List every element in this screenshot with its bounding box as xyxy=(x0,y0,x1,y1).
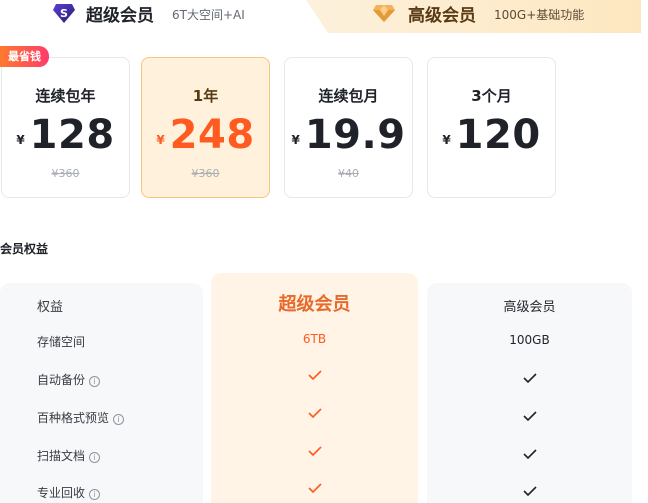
plan-price: ¥120 xyxy=(428,112,555,158)
benefit-row-label: 专业回收 i xyxy=(37,484,101,501)
original-price: ¥360 xyxy=(51,167,80,180)
best-value-badge: 最省钱 xyxy=(0,46,49,67)
price-amount: 120 xyxy=(455,112,541,158)
tab-edge xyxy=(641,0,648,33)
benefit-high-check xyxy=(427,485,632,499)
benefit-row-label: 扫描文档 i xyxy=(37,447,101,464)
benefit-high-check xyxy=(427,448,632,462)
benefit-super-check xyxy=(211,407,418,421)
benefit-high-value: 100GB xyxy=(509,333,550,347)
benefit-header-super: 超级会员 xyxy=(278,294,351,315)
tab-super-member[interactable]: S 超级会员 6T大空间+AI xyxy=(0,0,330,33)
benefit-high-column xyxy=(427,283,632,503)
member-tabs: S 超级会员 6T大空间+AI 高级会员 100G+基础功能 xyxy=(0,0,648,33)
info-icon[interactable]: i xyxy=(89,489,101,500)
plan-name: 1年 xyxy=(192,87,219,105)
currency-symbol: ¥ xyxy=(16,133,25,147)
benefit-super-check xyxy=(211,445,418,459)
check-icon xyxy=(522,486,537,496)
plan-price: ¥19.9 xyxy=(285,112,412,158)
benefit-row-label: 自动备份 i xyxy=(37,371,101,388)
currency-symbol: ¥ xyxy=(291,133,300,147)
benefit-row-label: 存储空间 xyxy=(37,333,85,350)
currency-symbol: ¥ xyxy=(442,133,451,147)
benefit-name: 百种格式预览 xyxy=(37,411,110,425)
check-icon xyxy=(522,449,537,459)
benefit-name: 扫描文档 xyxy=(37,449,86,463)
plan-price: ¥248 xyxy=(142,112,269,158)
plan-card-continuous-yearly[interactable]: 连续包年 ¥128 ¥360 xyxy=(1,57,130,198)
price-amount: 128 xyxy=(29,112,115,158)
info-icon[interactable]: i xyxy=(89,452,101,463)
info-icon[interactable]: i xyxy=(89,376,101,387)
check-icon xyxy=(307,370,322,380)
check-icon xyxy=(522,373,537,383)
check-icon xyxy=(307,446,322,456)
original-price: ¥360 xyxy=(191,167,220,180)
benefit-high-check xyxy=(427,410,632,424)
benefit-name: 自动备份 xyxy=(37,373,86,387)
diamond-icon xyxy=(372,2,396,24)
benefit-name: 存储空间 xyxy=(37,335,86,349)
plan-card-one-year[interactable]: 1年 ¥248 ¥360 xyxy=(141,57,270,198)
plan-name: 连续包月 xyxy=(318,87,379,105)
plan-card-continuous-monthly[interactable]: 连续包月 ¥19.9 ¥40 xyxy=(284,57,413,198)
benefit-super-check xyxy=(211,482,418,496)
plan-price: ¥128 xyxy=(2,112,129,158)
super-member-s-icon: S xyxy=(52,2,76,24)
benefit-name: 专业回收 xyxy=(37,486,86,500)
tab-super-title: 超级会员 xyxy=(86,6,154,26)
benefit-super-value: 6TB xyxy=(302,332,327,346)
price-amount: 19.9 xyxy=(304,112,406,158)
benefits-section-title: 会员权益 xyxy=(0,242,49,256)
benefit-high-check xyxy=(427,372,632,386)
plan-name: 3个月 xyxy=(471,87,512,105)
check-icon xyxy=(307,408,322,418)
price-amount: 248 xyxy=(169,112,255,158)
benefit-label-column xyxy=(0,283,203,503)
check-icon xyxy=(522,411,537,421)
plan-card-three-months[interactable]: 3个月 ¥120 xyxy=(427,57,556,198)
tab-super-subtitle: 6T大空间+AI xyxy=(172,8,245,22)
info-icon[interactable]: i xyxy=(113,414,125,425)
tab-high-member[interactable]: 高级会员 100G+基础功能 xyxy=(306,0,642,33)
tab-high-subtitle: 100G+基础功能 xyxy=(494,8,585,22)
benefit-header-high: 高级会员 xyxy=(503,300,556,315)
plan-name: 连续包年 xyxy=(35,87,96,105)
original-price: ¥40 xyxy=(338,167,359,180)
benefit-row-label: 百种格式预览 i xyxy=(37,409,125,426)
tab-high-title: 高级会员 xyxy=(408,6,476,26)
benefit-super-check xyxy=(211,369,418,383)
svg-text:S: S xyxy=(60,7,68,20)
benefit-header-label: 权益 xyxy=(37,300,64,315)
currency-symbol: ¥ xyxy=(156,133,165,147)
